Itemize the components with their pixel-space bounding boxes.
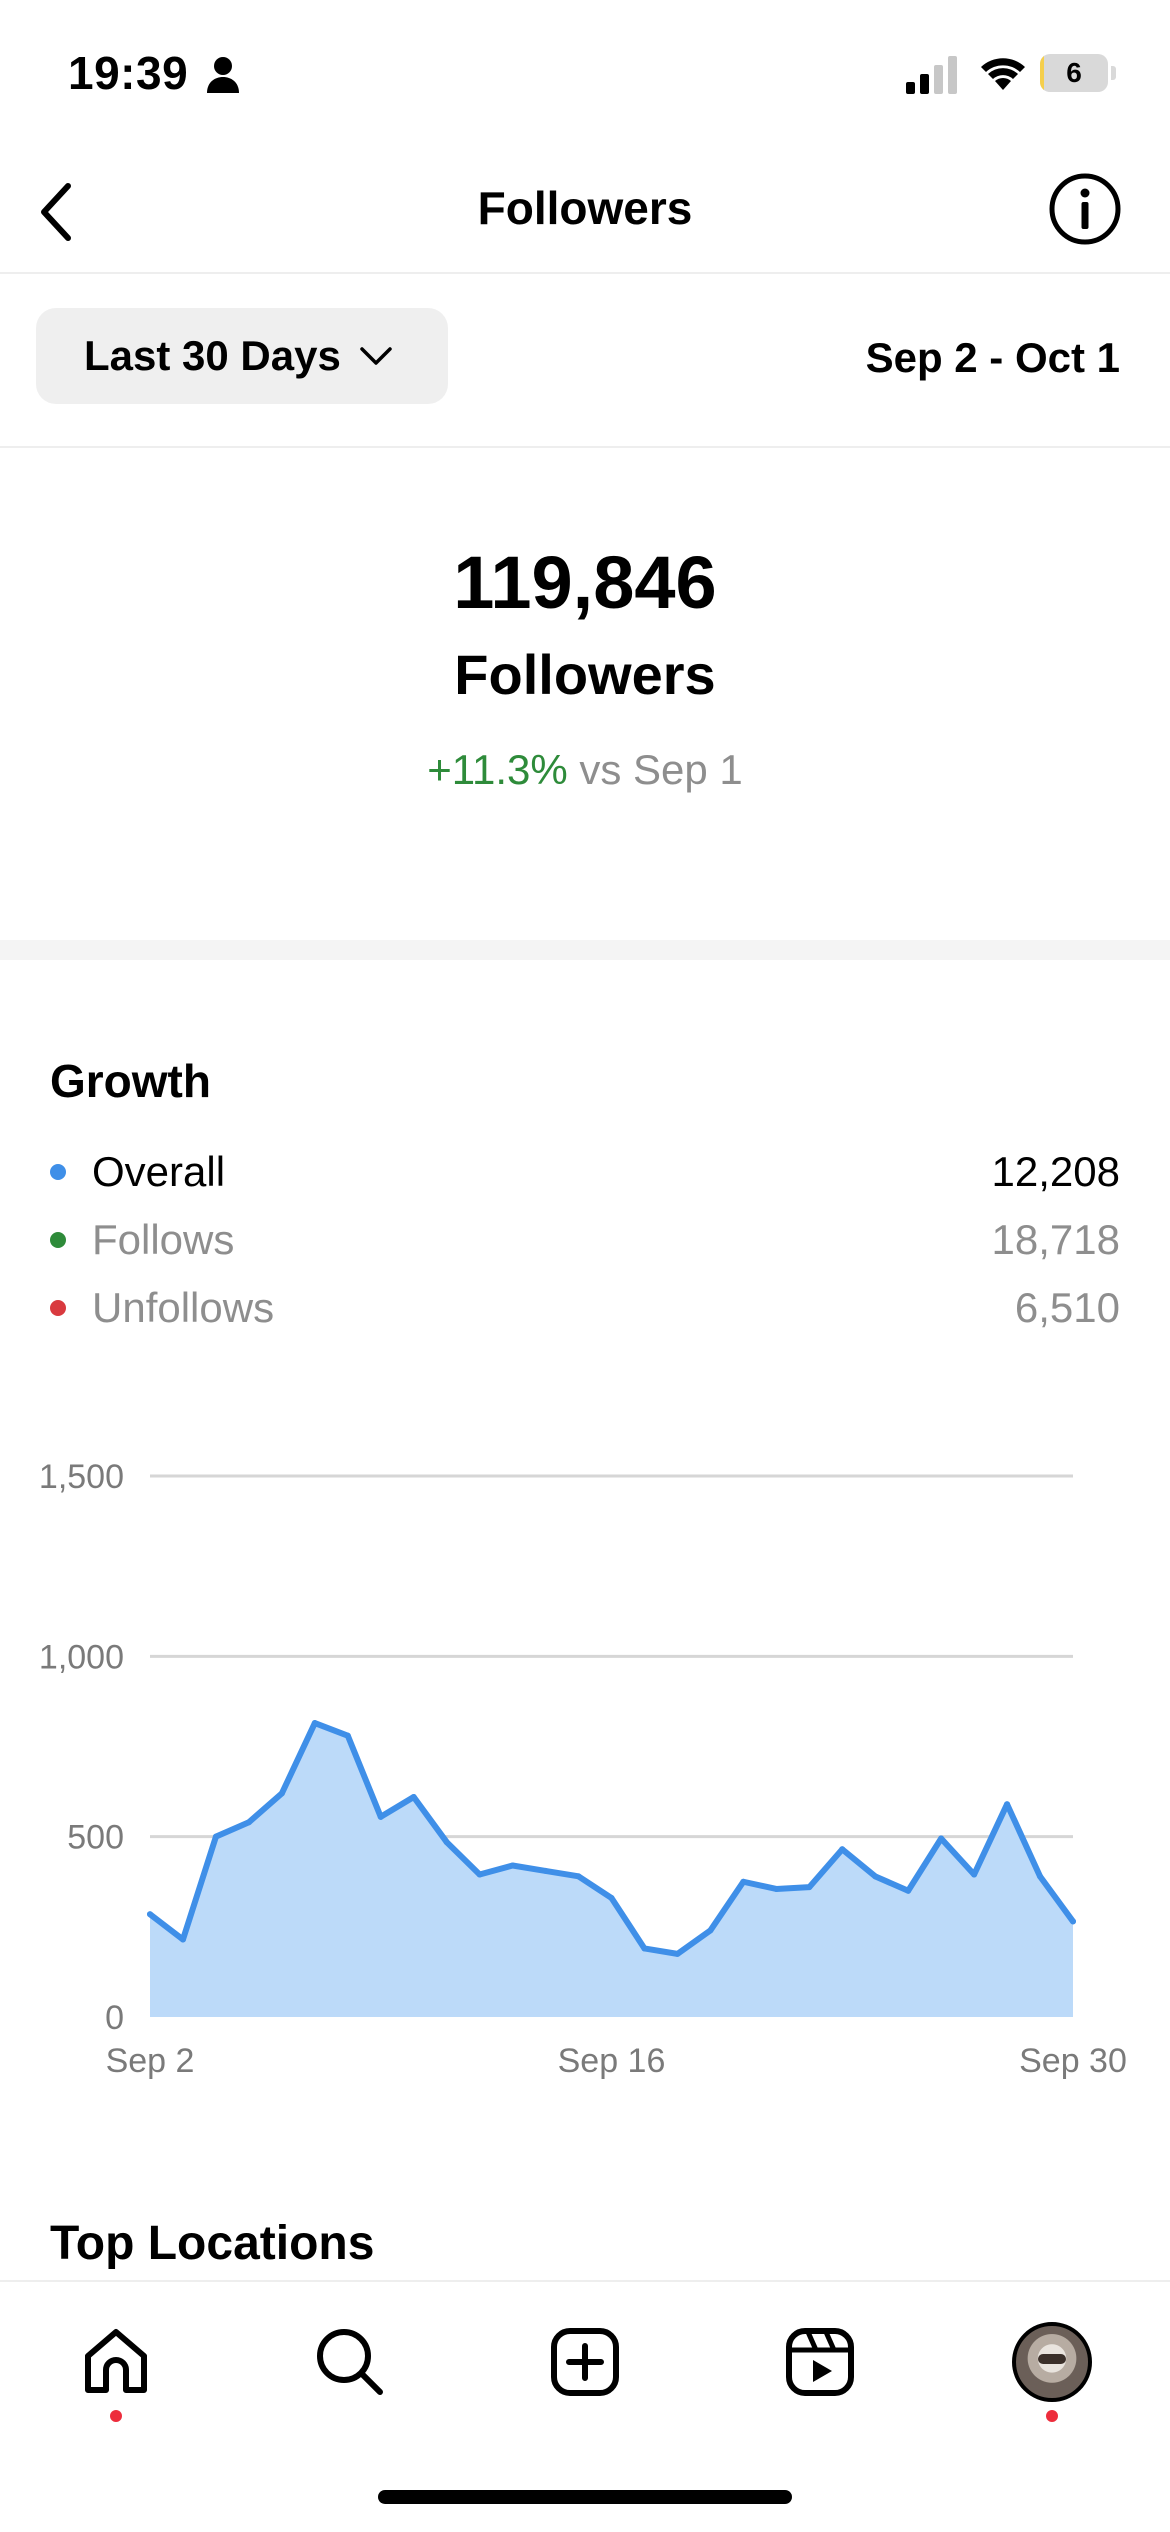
followers-summary: 119,846 Followers +11.3% vs Sep 1: [0, 450, 1170, 940]
legend-follows: Follows 18,718: [50, 1210, 1120, 1270]
legend-dot-overall: [50, 1164, 66, 1180]
date-filter-row: Last 30 Days Sep 2 - Oct 1: [0, 274, 1170, 448]
person-icon: [207, 57, 239, 93]
data-point: [410, 1793, 417, 1800]
data-point: [179, 1936, 186, 1943]
home-notification-dot: [110, 2410, 122, 2422]
signal-icon: [906, 56, 957, 94]
data-point: [1037, 1873, 1044, 1880]
legend-value-follows: 18,718: [991, 1216, 1120, 1263]
status-bar: 19:39 6: [0, 0, 1170, 150]
data-point: [1004, 1801, 1011, 1808]
follower-count: 119,846: [453, 541, 717, 624]
chevron-left-icon: [41, 183, 71, 241]
data-point: [344, 1732, 351, 1739]
home-indicator: [378, 2490, 792, 2504]
legend-value-overall: 12,208: [991, 1148, 1120, 1195]
x-tick-label: Sep 30: [1019, 2042, 1127, 2080]
data-point: [938, 1835, 945, 1842]
growth-chart: 0 500 1,000 1,500 Sep 2 Sep 16 Sep 30: [39, 1458, 1127, 2080]
change-suffix: vs Sep 1: [579, 746, 743, 793]
growth-title: Growth: [50, 1055, 211, 1107]
data-point: [674, 1950, 681, 1957]
navigation-header: Followers: [0, 150, 1170, 274]
chevron-down-icon: [360, 347, 392, 365]
data-point: [707, 1927, 714, 1934]
data-point: [839, 1846, 846, 1853]
legend-overall: Overall 12,208: [50, 1142, 1120, 1202]
section-divider: [0, 940, 1170, 960]
data-point: [443, 1839, 450, 1846]
change-line: +11.3% vs Sep 1: [0, 746, 1170, 794]
data-point: [377, 1813, 384, 1820]
data-point: [245, 1819, 252, 1826]
data-point: [740, 1878, 747, 1885]
y-tick-label: 500: [67, 1819, 124, 1857]
data-point: [476, 1871, 483, 1878]
followers-insights-screen: 19:39 6 Followers Last 30 Days Sep 2 - O…: [0, 0, 1170, 2532]
data-point: [509, 1862, 516, 1869]
legend-label-overall: Overall: [92, 1148, 226, 1195]
legend-label-follows: Follows: [92, 1216, 235, 1263]
wifi-icon: [981, 58, 1025, 90]
data-point: [872, 1873, 879, 1880]
legend-unfollows: Unfollows 6,510: [50, 1278, 1120, 1338]
reels-icon: [786, 2328, 854, 2396]
battery-icon: 6: [1040, 54, 1116, 92]
data-point: [971, 1871, 978, 1878]
info-icon[interactable]: [1046, 170, 1124, 248]
data-point: [212, 1833, 219, 1840]
data-point: [1070, 1918, 1076, 1925]
avatar: [1012, 2322, 1092, 2402]
tab-create[interactable]: [535, 2312, 635, 2412]
data-point: [608, 1894, 615, 1901]
date-range-text: Sep 2 - Oct 1: [865, 334, 1120, 381]
data-point: [806, 1884, 813, 1891]
plus-square-icon: [551, 2328, 619, 2396]
status-time: 19:39: [68, 47, 189, 99]
y-tick-label: 0: [105, 1999, 124, 2037]
top-locations-title: Top Locations: [50, 2217, 375, 2270]
home-icon: [85, 2329, 147, 2393]
page-title: Followers: [477, 182, 693, 234]
change-value: +11.3%: [427, 746, 568, 793]
tab-home[interactable]: [66, 2312, 166, 2412]
date-range-dropdown[interactable]: Last 30 Days: [36, 308, 448, 404]
data-point: [311, 1720, 318, 1727]
data-point: [905, 1887, 912, 1894]
data-point: [773, 1885, 780, 1892]
back-button[interactable]: [18, 174, 94, 250]
tab-reels[interactable]: [770, 2312, 870, 2412]
data-point: [278, 1790, 285, 1797]
data-point: [575, 1873, 582, 1880]
legend-dot-unfollows: [50, 1300, 66, 1316]
tab-profile[interactable]: [1002, 2312, 1102, 2412]
y-tick-label: 1,000: [39, 1638, 124, 1676]
x-tick-label: Sep 16: [558, 2042, 666, 2080]
tab-search[interactable]: [300, 2312, 400, 2412]
legend-dot-follows: [50, 1232, 66, 1248]
x-tick-label: Sep 2: [106, 2042, 195, 2080]
data-point: [641, 1945, 648, 1952]
data-point: [542, 1867, 549, 1874]
profile-notification-dot: [1046, 2410, 1058, 2422]
y-tick-label: 1,500: [39, 1458, 124, 1496]
data-point: [147, 1911, 153, 1918]
search-icon: [317, 2329, 383, 2395]
date-range-label: Last 30 Days: [84, 332, 341, 379]
follower-label: Followers: [454, 643, 716, 706]
legend-value-unfollows: 6,510: [1014, 1284, 1120, 1331]
battery-level: 6: [1066, 57, 1082, 88]
series-area-overall: [150, 1723, 1073, 2017]
legend-label-unfollows: Unfollows: [92, 1284, 275, 1331]
